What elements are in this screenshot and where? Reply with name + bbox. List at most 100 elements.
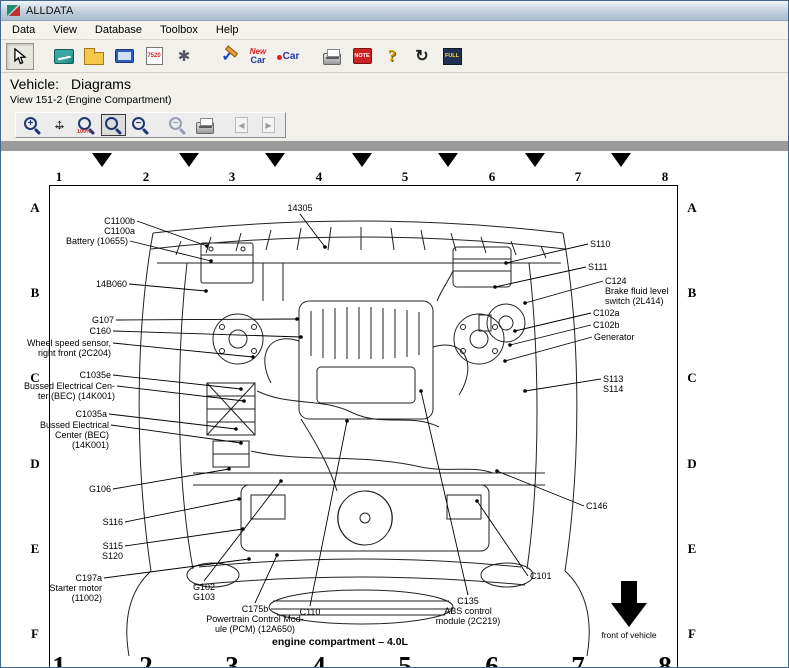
diagram-page[interactable]: engine compartment – 4.0L front of vehic… (1, 151, 788, 667)
grid-column-bottom-7: 7 (571, 651, 585, 667)
front-of-vehicle-label: front of vehicle (601, 630, 656, 640)
grid-column-4: 4 (316, 169, 323, 185)
note-button[interactable]: NOTE (348, 43, 376, 70)
grid-marker-triangle (438, 153, 458, 167)
zoom-out-alt-button[interactable]: − (165, 114, 190, 136)
front-of-vehicle-arrow (611, 581, 647, 627)
grid-frame-top (49, 185, 678, 186)
pan-icon (51, 116, 69, 134)
grid-row-left-D: D (30, 456, 39, 472)
zoom-100-icon (78, 117, 91, 130)
sign-off-check-icon: ✓ (218, 47, 238, 65)
print-icon (323, 53, 341, 65)
zoom-100-button[interactable]: 100% (74, 114, 99, 136)
refresh-button[interactable]: ↻ (408, 43, 436, 70)
new-car-button[interactable]: NewCar (244, 43, 272, 70)
zoom-toolbar: +100% − − ◀ ▶ (15, 112, 286, 138)
prev-view-icon: ◀ (235, 117, 248, 133)
current-car-icon: Car (277, 51, 300, 62)
diagram-callout-battery-10655-: Battery (10655) (66, 236, 128, 246)
diagram-callout-c102a: C102a (593, 308, 620, 318)
menu-help[interactable]: Help (207, 22, 248, 38)
sign-off-check-button[interactable]: ✓ (214, 43, 242, 70)
main-toolbar: 7520 ✱ ✓ NewCar Car NOTE? ↻ FULL (1, 40, 788, 73)
note-icon: NOTE (353, 48, 372, 64)
open-folder-icon (84, 52, 104, 65)
menu-toolbox[interactable]: Toolbox (151, 22, 207, 38)
grid-column-8: 8 (662, 169, 669, 185)
open-folder-button[interactable] (80, 43, 108, 70)
select-tool-icon (13, 48, 27, 65)
diagram-callout-c101: C101 (530, 571, 552, 581)
diagram-callout-c160: C160 (89, 326, 111, 336)
next-view-icon: ▶ (262, 117, 275, 133)
diagram-callout-s111: S111 (588, 262, 608, 272)
shop-info-button[interactable] (50, 43, 78, 70)
diagram-callout-c135: C135ABS controlmodule (2C219) (436, 596, 501, 626)
help-button[interactable]: ? (378, 43, 406, 70)
print-button[interactable] (318, 43, 346, 70)
tools-icon: ✱ (178, 47, 191, 65)
diagram-callout-c110: C110 (300, 607, 321, 617)
tools-button[interactable]: ✱ (170, 43, 198, 70)
grid-marker-triangle (179, 153, 199, 167)
grid-row-left-F: F (31, 626, 39, 642)
menu-view[interactable]: View (44, 22, 86, 38)
diagram-callout-c146: C146 (586, 501, 608, 511)
view-bar: View 151-2 (Engine Compartment) (1, 94, 788, 109)
current-car-button[interactable]: Car (274, 43, 302, 70)
pan-button[interactable] (47, 114, 72, 136)
grid-row-right-C: C (687, 370, 696, 386)
diagram-callout-g106: G106 (89, 484, 111, 494)
form-7520-button[interactable]: 7520 (140, 43, 168, 70)
grid-row-right-D: D (687, 456, 696, 472)
zoom-out-icon: − (132, 117, 145, 130)
grid-row-right-B: B (688, 285, 697, 301)
prev-view-button[interactable]: ◀ (229, 114, 254, 136)
grid-column-3: 3 (229, 169, 236, 185)
zoom-toolbar-row: +100% − − ◀ ▶ (1, 109, 788, 141)
diagram-callout-c124: C124Brake fluid levelswitch (2L414) (605, 276, 669, 306)
menu-data[interactable]: Data (3, 22, 44, 38)
print-diagram-button[interactable] (192, 114, 217, 136)
grid-marker-triangle (265, 153, 285, 167)
diagram-callout-c1100b: C1100bC1100a (104, 216, 135, 236)
alldata-logo-icon (7, 4, 20, 17)
grid-row-left-E: E (31, 541, 40, 557)
grid-row-left-A: A (30, 200, 39, 216)
alldata-window: ALLDATA DataViewDatabaseToolboxHelp 7520… (0, 0, 789, 668)
zoom-out-button[interactable]: − (128, 114, 153, 136)
diagram-viewport: engine compartment – 4.0L front of vehic… (1, 141, 788, 667)
diagram-callout-generator: Generator (594, 332, 635, 342)
diagram-callout-wheel-speed-sensor-: Wheel speed sensor,right front (2C204) (27, 338, 111, 358)
grid-column-bottom-1: 1 (52, 651, 66, 667)
grid-frame-right (677, 185, 678, 667)
diagram-callout-s110: S110 (590, 239, 610, 249)
grid-column-7: 7 (575, 169, 582, 185)
diagram-callout-c102b: C102b (593, 320, 620, 330)
diagram-callout-s116: S116 (103, 517, 123, 527)
diagram-callout-bussed-electrical: Bussed ElectricalCenter (BEC)(14K001) (40, 420, 109, 450)
help-icon: ? (388, 46, 397, 66)
next-view-button[interactable]: ▶ (256, 114, 281, 136)
grid-column-bottom-6: 6 (485, 651, 499, 667)
monitor-view-button[interactable] (110, 43, 138, 70)
zoom-select-button[interactable] (101, 114, 126, 136)
grid-marker-triangle (352, 153, 372, 167)
diagram-callout-s115: S115S120 (102, 541, 123, 561)
grid-row-right-F: F (688, 626, 696, 642)
grid-row-left-B: B (31, 285, 40, 301)
titlebar[interactable]: ALLDATA (1, 1, 788, 21)
full-library-icon: FULL (443, 48, 462, 65)
menu-database[interactable]: Database (86, 22, 151, 38)
select-tool-button[interactable] (6, 43, 34, 70)
zoom-in-button[interactable]: + (20, 114, 45, 136)
diagram-callout-c197a: C197aStarter motor(11002) (49, 573, 102, 603)
full-library-button[interactable]: FULL (438, 43, 466, 70)
vehicle-value: Diagrams (71, 76, 131, 92)
zoom-out-alt-icon: − (169, 117, 182, 130)
diagram-callout-c1035a: C1035a (75, 409, 107, 419)
form-7520-icon: 7520 (146, 47, 163, 65)
grid-row-right-A: A (687, 200, 696, 216)
grid-column-5: 5 (402, 169, 409, 185)
